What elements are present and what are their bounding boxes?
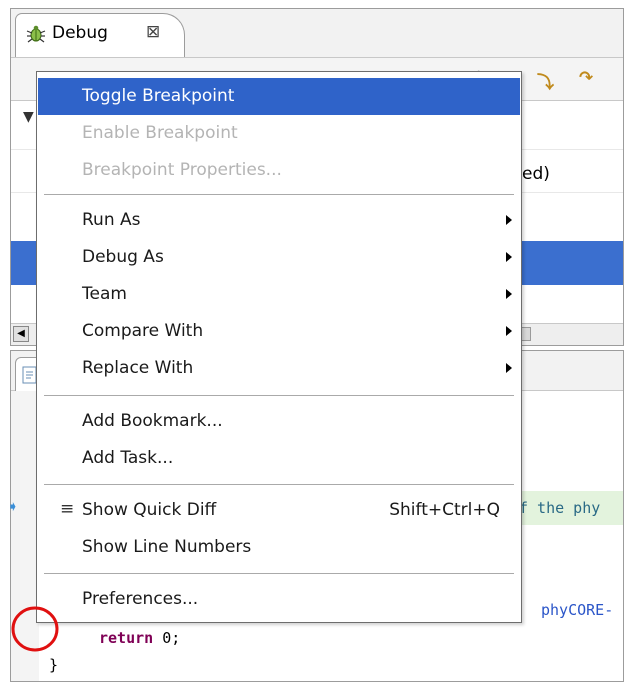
menu-item-label: Show Quick Diff (82, 500, 217, 520)
return-keyword: return (99, 629, 154, 647)
submenu-arrow-icon (506, 252, 512, 262)
context-menu: Toggle Breakpoint Enable Breakpoint Brea… (36, 71, 522, 623)
menu-item-preferences[interactable]: Preferences... (38, 581, 520, 618)
code-comment-fragment: f the phy (519, 499, 601, 517)
menu-item-label: Add Task... (82, 448, 174, 468)
scroll-left-icon[interactable]: ◀ (13, 326, 29, 342)
menu-item-label: Compare With (82, 321, 204, 341)
tab-debug-label: Debug (52, 23, 108, 43)
menu-item-label: Show Line Numbers (82, 537, 252, 557)
close-icon[interactable]: ⊠ (146, 22, 160, 42)
menu-separator (44, 194, 514, 195)
return-value: 0; (153, 629, 181, 647)
menu-item-debug-as[interactable]: Debug As (38, 239, 520, 276)
debug-bug-icon (26, 25, 46, 43)
menu-item-run-as[interactable]: Run As (38, 202, 520, 239)
menu-item-add-task[interactable]: Add Task... (38, 440, 520, 477)
step-into-icon[interactable]: ⤵ (537, 68, 554, 93)
menu-item-show-quick-diff[interactable]: ≡ Show Quick Diff Shift+Ctrl+Q (38, 492, 520, 529)
tree-expand-icon[interactable]: ▼ (23, 109, 34, 125)
menu-item-label: Enable Breakpoint (82, 123, 238, 143)
menu-item-add-bookmark[interactable]: Add Bookmark... (38, 403, 520, 440)
menu-item-label: Team (82, 284, 127, 304)
debug-tab-strip: Debug ⊠ (11, 9, 623, 57)
submenu-arrow-icon (506, 289, 512, 299)
menu-item-shortcut: Shift+Ctrl+Q (389, 500, 500, 520)
menu-separator (44, 395, 514, 396)
menu-item-show-line-numbers[interactable]: Show Line Numbers (38, 529, 520, 566)
menu-separator (44, 573, 514, 574)
submenu-arrow-icon (506, 363, 512, 373)
annotation-circle (11, 606, 59, 652)
submenu-arrow-icon (506, 326, 512, 336)
submenu-arrow-icon (506, 215, 512, 225)
quick-diff-marker-icon: ➧ (7, 499, 19, 515)
tree-row-label: ed) (522, 164, 550, 184)
menu-item-enable-breakpoint: Enable Breakpoint (38, 115, 520, 152)
menu-item-label: Breakpoint Properties... (82, 160, 282, 180)
menu-item-label: Add Bookmark... (82, 411, 223, 431)
quick-diff-icon: ≡ (60, 499, 75, 519)
menu-item-team[interactable]: Team (38, 276, 520, 313)
menu-item-toggle-breakpoint[interactable]: Toggle Breakpoint (38, 78, 520, 115)
menu-item-label: Run As (82, 210, 141, 230)
menu-separator (44, 484, 514, 485)
menu-item-label: Preferences... (82, 589, 199, 609)
code-string-fragment: phyCORE- (541, 601, 614, 619)
menu-item-replace-with[interactable]: Replace With (38, 350, 520, 387)
step-over-icon[interactable]: ↷ (579, 68, 593, 88)
menu-item-compare-with[interactable]: Compare With (38, 313, 520, 350)
code-return-line: return 0; (99, 629, 180, 647)
code-closing-brace: } (49, 656, 59, 674)
tab-debug[interactable]: Debug ⊠ (15, 13, 185, 57)
menu-item-breakpoint-properties: Breakpoint Properties... (38, 152, 520, 189)
menu-item-label: Toggle Breakpoint (82, 86, 235, 106)
menu-item-label: Replace With (82, 358, 194, 378)
menu-item-label: Debug As (82, 247, 164, 267)
